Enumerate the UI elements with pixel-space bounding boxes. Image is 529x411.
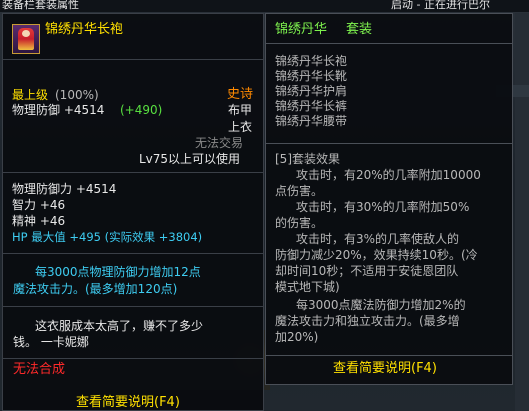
set-effect-line: 点伤害。 (275, 184, 324, 198)
view-brief-button[interactable]: 查看简要说明(F4) (333, 362, 437, 376)
set-effect-line: 加20%) (275, 330, 319, 344)
background-top-left-text: 装备栏套装属性 (2, 0, 79, 11)
stat-line: 物理防御力 +4514 (12, 182, 117, 196)
set-effect-line: 却时间10秒；不适用于安徒恩团队 (275, 264, 459, 278)
background-top-right-text: 启动 - 正在进行巴尔 (391, 0, 490, 11)
effect-line: 每3000点物理防御力增加12点 (35, 265, 201, 279)
item-slot-type: 布甲 (228, 103, 253, 117)
physical-defense-bonus: (+490) (120, 103, 163, 117)
item-tooltip: 锦绣丹华长袍 最上级 (100%) 史诗 物理防御 +4514 (+490) 布… (2, 13, 264, 411)
set-effect-line: 每3000点魔法防御力增加2%的 (296, 298, 466, 312)
item-name: 锦绣丹华长袍 (45, 22, 124, 37)
effect-line: 魔法攻击力。(最多增加120点) (13, 282, 178, 296)
item-grade: 最上级 (12, 88, 49, 102)
set-name: 锦绣丹华 (275, 22, 328, 37)
set-item: 锦绣丹华长靴 (275, 69, 348, 83)
set-effect-line: 防御力减少20%，效果持续10秒。(冷 (275, 248, 478, 262)
trade-restriction: 无法交易 (195, 136, 244, 150)
hp-max-line: HP 最大值 +495 (实际效果 +3804) (12, 230, 203, 244)
flavor-text-line: 这衣服成本太高了，赚不了多少 (35, 319, 204, 333)
background-top-bar: 装备栏套装属性 启动 - 正在进行巴尔 (0, 0, 529, 12)
set-item: 锦绣丹华长袍 (275, 54, 348, 68)
item-grade-percent: (100%) (55, 88, 99, 102)
set-effect-line: 魔法攻击力和独立攻击力。(最多增 (275, 314, 460, 328)
view-brief-button[interactable]: 查看简要说明(F4) (76, 396, 180, 410)
set-effect-line: 模式地下城) (275, 280, 340, 294)
set-item: 锦绣丹华长裤 (275, 99, 348, 113)
background-ui-panel (515, 13, 529, 411)
no-combine-label: 无法合成 (13, 362, 66, 377)
set-effect-line: 攻击时，有3%的几率使敌人的 (296, 232, 460, 246)
stat-line: 精神 +46 (12, 214, 66, 228)
set-tooltip: 锦绣丹华 套装 锦绣丹华长袍 锦绣丹华长靴 锦绣丹华护肩 锦绣丹华长裤 锦绣丹华… (265, 13, 513, 385)
set-effect-line: 的伤害。 (275, 216, 324, 230)
physical-defense: 物理防御 +4514 (12, 103, 105, 117)
set-item: 锦绣丹华护肩 (275, 84, 348, 98)
item-rarity: 史诗 (227, 87, 254, 102)
robe-item-icon (12, 24, 40, 54)
set-label: 套装 (346, 22, 373, 37)
set-item: 锦绣丹华腰带 (275, 114, 348, 128)
stat-line: 智力 +46 (12, 198, 66, 212)
set-effect-line: 攻击时，有20%的几率附加10000 (296, 168, 481, 182)
set-effect-header: [5]套装效果 (275, 152, 340, 166)
flavor-text-line: 钱。 一卡妮娜 (13, 335, 89, 349)
item-slot-part: 上衣 (228, 120, 253, 134)
level-requirement: Lv75以上可以使用 (139, 152, 241, 166)
set-effect-line: 攻击时，有30%的几率附加50% (296, 200, 470, 214)
